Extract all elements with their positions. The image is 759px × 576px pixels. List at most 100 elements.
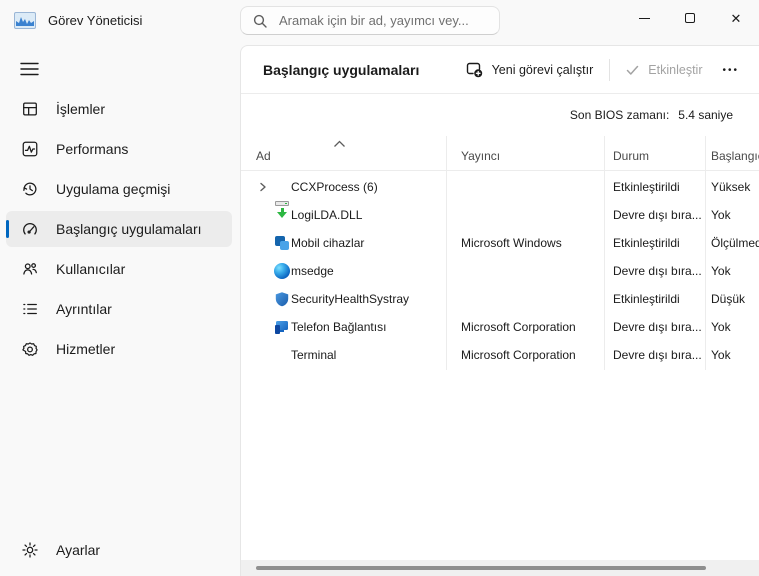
minimize-icon [639, 18, 650, 19]
run-new-task-button[interactable]: Yeni görevi çalıştır [456, 55, 604, 85]
sidebar-item-users[interactable]: Kullanıcılar [6, 251, 232, 287]
sidebar-item-details[interactable]: Ayrıntılar [6, 291, 232, 327]
sidebar-item-label: Kullanıcılar [56, 261, 125, 277]
sidebar: İşlemler Performans Uygulama geçmişi [0, 45, 240, 576]
titlebar: Görev Yöneticisi ✕ [0, 0, 759, 45]
enable-button[interactable]: Etkinleştir [616, 56, 712, 84]
last-bios-time: Son BIOS zamanı: 5.4 saniye [570, 108, 733, 122]
table-header: Ad Yayıncı Durum Başlangıç [241, 136, 759, 171]
table-row-mobile-devices[interactable]: Mobil cihazlar Microsoft Windows Etkinle… [241, 229, 759, 257]
cell-status: Etkinleştirildi [613, 285, 680, 313]
cell-startup-impact: Yok [711, 201, 731, 229]
column-header-publisher[interactable]: Yayıncı [461, 149, 500, 163]
cell-name: Terminal [291, 341, 336, 369]
search-box[interactable] [240, 6, 500, 35]
toolbar: Başlangıç uygulamaları Yeni görevi çalış… [241, 46, 759, 94]
expand-chevron-icon[interactable] [255, 179, 271, 195]
hamburger-icon [20, 62, 39, 76]
task-manager-logo-icon [14, 12, 36, 29]
column-header-name[interactable]: Ad [256, 149, 271, 163]
table-row-ccxprocess[interactable]: CCXProcess (6) Etkinleştirildi Yüksek [241, 173, 759, 201]
cell-name: msedge [291, 257, 334, 285]
cell-startup-impact: Yok [711, 313, 731, 341]
users-icon [20, 259, 40, 279]
table-row-msedge[interactable]: msedge Devre dışı bıra... Yok [241, 257, 759, 285]
table-row-phone-link[interactable]: Telefon Bağlantısı Microsoft Corporation… [241, 313, 759, 341]
checkmark-icon [626, 65, 639, 76]
cell-name: LogiLDA.DLL [291, 201, 362, 229]
run-new-task-label: Yeni görevi çalıştır [492, 63, 594, 77]
sidebar-nav: İşlemler Performans Uygulama geçmişi [6, 91, 232, 371]
sidebar-item-processes[interactable]: İşlemler [6, 91, 232, 127]
cell-status: Devre dışı bıra... [613, 257, 702, 285]
column-header-status[interactable]: Durum [613, 149, 649, 163]
table-row-terminal[interactable]: Terminal Microsoft Corporation Devre dış… [241, 341, 759, 369]
page-title: Başlangıç uygulamaları [263, 46, 419, 94]
cell-startup-impact: Yüksek [711, 173, 750, 201]
cell-status: Devre dışı bıra... [613, 201, 702, 229]
toolbar-divider [609, 59, 610, 81]
sidebar-item-label: Başlangıç uygulamaları [56, 221, 202, 237]
sidebar-item-label: Ayrıntılar [56, 301, 112, 317]
cell-name: SecurityHealthSystray [291, 285, 409, 313]
details-icon [20, 299, 40, 319]
main-panel: Başlangıç uygulamaları Yeni görevi çalış… [240, 45, 759, 576]
last-bios-label: Son BIOS zamanı: [570, 108, 669, 122]
maximize-button[interactable] [667, 0, 713, 36]
performance-icon [20, 139, 40, 159]
cell-startup-impact: Düşük [711, 285, 745, 313]
close-icon: ✕ [731, 12, 742, 25]
sidebar-item-label: Hizmetler [56, 341, 115, 357]
security-shield-icon [274, 291, 290, 307]
app-history-icon [20, 179, 40, 199]
sidebar-item-services[interactable]: Hizmetler [6, 331, 232, 367]
settings-gear-icon [20, 540, 40, 560]
cell-name: Telefon Bağlantısı [291, 313, 386, 341]
startup-icon [20, 219, 40, 239]
more-options-button[interactable]: ••• [712, 58, 749, 83]
sidebar-item-label: Performans [56, 141, 128, 157]
cell-publisher: Microsoft Windows [461, 229, 562, 257]
cell-status: Devre dışı bıra... [613, 341, 702, 369]
new-task-icon [466, 62, 483, 78]
horizontal-scrollbar-thumb[interactable] [256, 566, 706, 570]
services-icon [20, 339, 40, 359]
maximize-icon [685, 13, 695, 23]
app-title: Görev Yöneticisi [48, 13, 142, 28]
navigation-menu-button[interactable] [11, 53, 47, 85]
sidebar-item-settings[interactable]: Ayarlar [6, 532, 232, 568]
task-manager-window: Görev Yöneticisi ✕ [0, 0, 759, 576]
enable-label: Etkinleştir [648, 63, 702, 77]
cell-status: Etkinleştirildi [613, 173, 680, 201]
window-controls: ✕ [621, 0, 759, 38]
sidebar-item-app-history[interactable]: Uygulama geçmişi [6, 171, 232, 207]
cell-status: Devre dışı bıra... [613, 313, 702, 341]
cell-publisher: Microsoft Corporation [461, 341, 576, 369]
cell-startup-impact: Yok [711, 257, 731, 285]
last-bios-value: 5.4 saniye [678, 108, 733, 122]
sidebar-item-label: İşlemler [56, 101, 105, 117]
search-icon [253, 14, 267, 28]
cell-startup-impact: Yok [711, 341, 731, 369]
search-input[interactable] [279, 13, 489, 28]
table-row-security-systray[interactable]: SecurityHealthSystray Etkinleştirildi Dü… [241, 285, 759, 313]
sidebar-item-label: Ayarlar [56, 542, 100, 558]
processes-icon [20, 99, 40, 119]
cell-name: Mobil cihazlar [291, 229, 364, 257]
edge-icon [274, 263, 290, 279]
sidebar-item-performance[interactable]: Performans [6, 131, 232, 167]
close-button[interactable]: ✕ [713, 0, 759, 36]
minimize-button[interactable] [621, 0, 667, 36]
cell-status: Etkinleştirildi [613, 229, 680, 257]
sidebar-bottom: Ayarlar [6, 532, 232, 572]
column-header-startup-impact[interactable]: Başlangıç [711, 149, 759, 163]
horizontal-scrollbar[interactable] [241, 560, 759, 576]
sidebar-item-startup-apps[interactable]: Başlangıç uygulamaları [6, 211, 232, 247]
sidebar-item-label: Uygulama geçmişi [56, 181, 170, 197]
toolbar-actions: Yeni görevi çalıştır Etkinleştir ••• [456, 46, 749, 94]
cell-name: CCXProcess (6) [291, 173, 378, 201]
cell-startup-impact: Ölçülmedi [711, 229, 759, 257]
cell-publisher: Microsoft Corporation [461, 313, 576, 341]
table-row-logilda[interactable]: LogiLDA.DLL Devre dışı bıra... Yok [241, 201, 759, 229]
sort-ascending-icon [333, 140, 346, 148]
